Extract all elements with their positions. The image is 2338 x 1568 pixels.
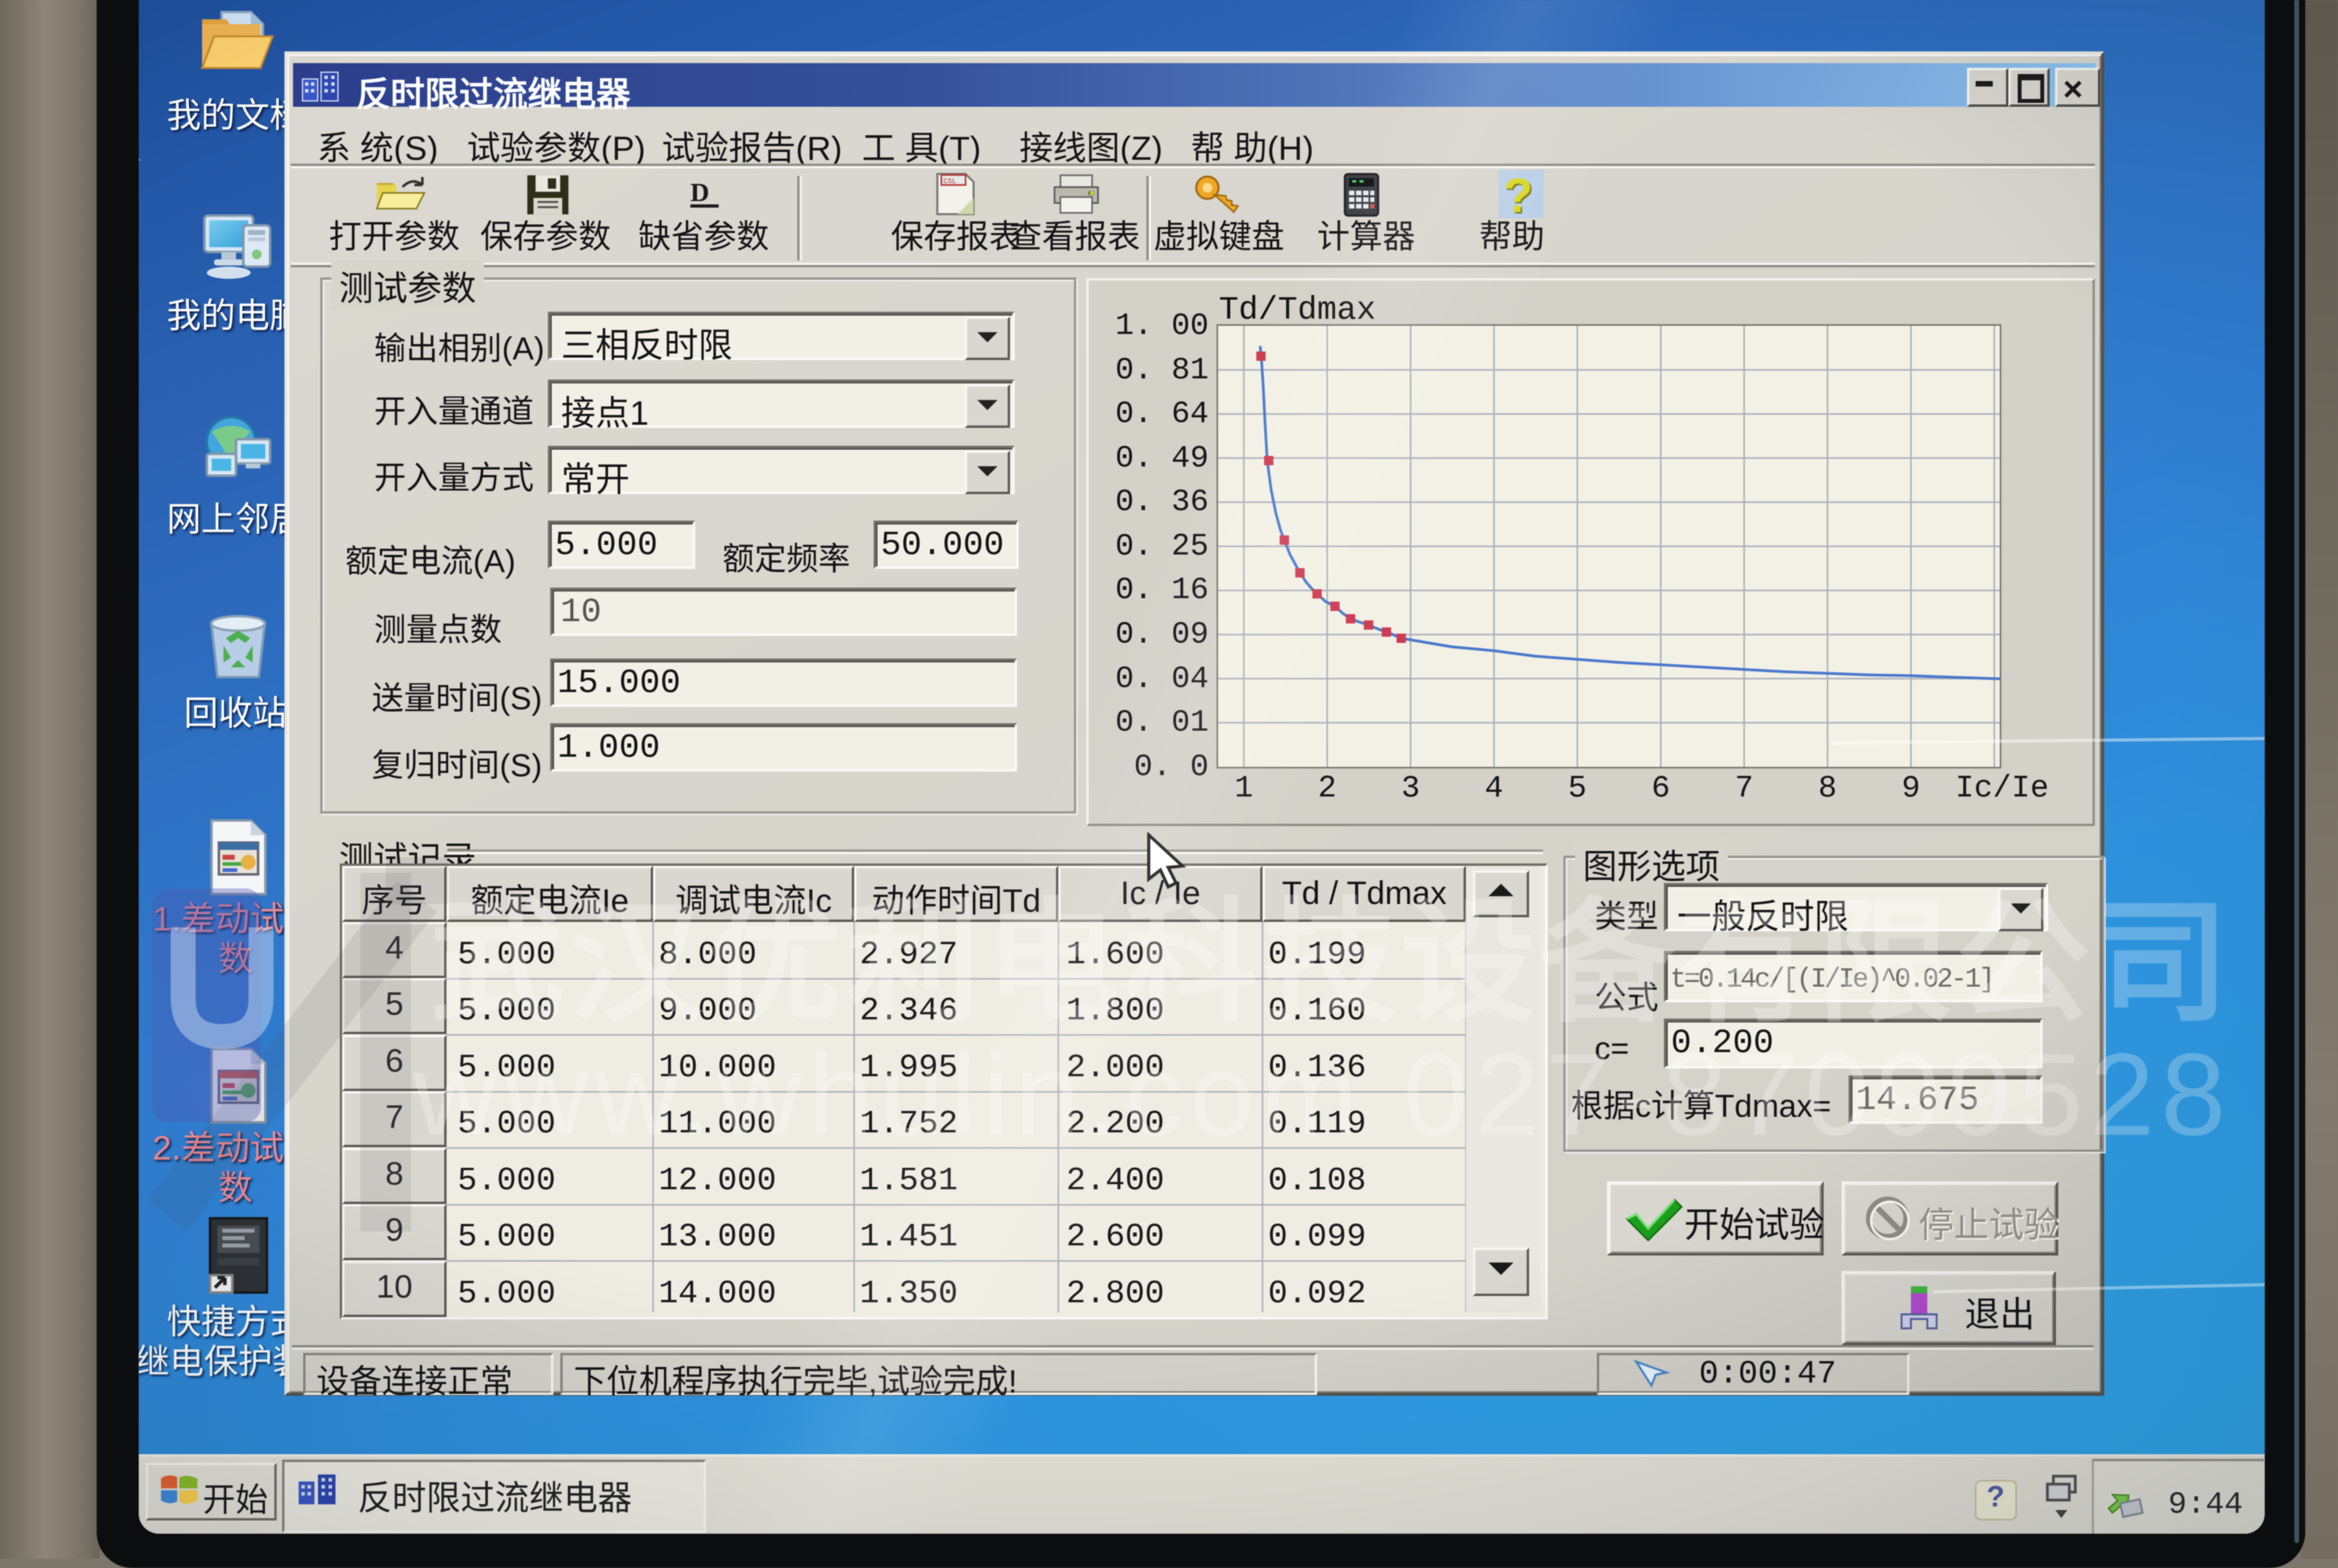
svg-text:CSL: CSL: [944, 177, 957, 185]
svg-text:D: D: [690, 178, 709, 207]
